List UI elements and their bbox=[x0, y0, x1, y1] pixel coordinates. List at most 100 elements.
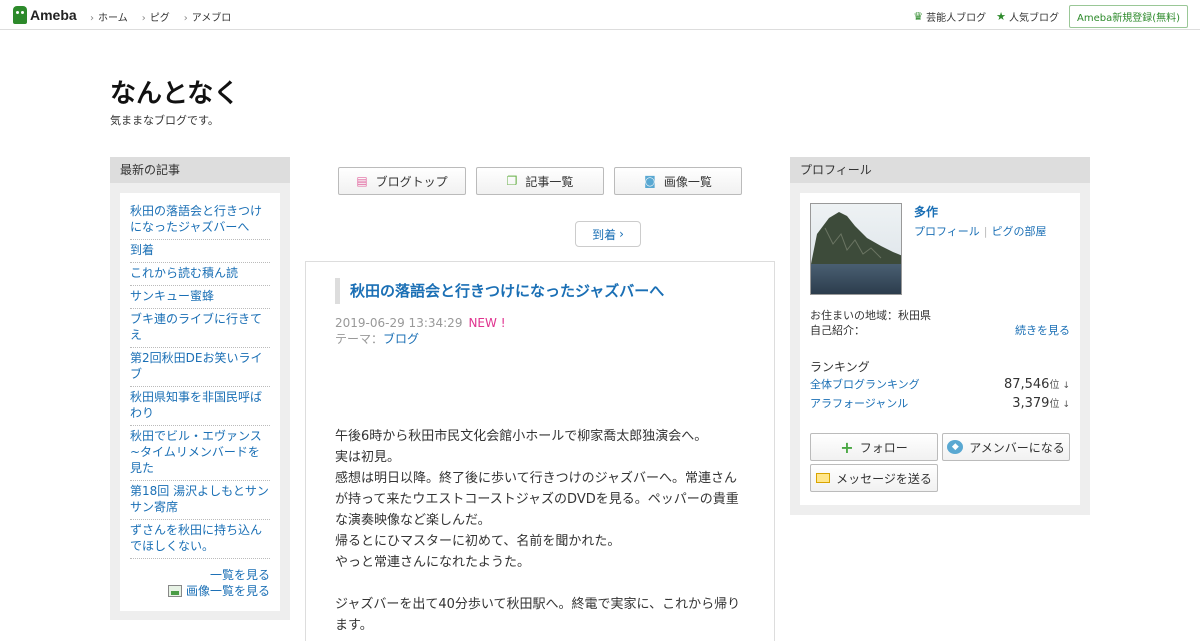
read-more-link[interactable]: 続きを見る bbox=[1015, 322, 1070, 338]
top-bar: Ameba ホーム ピグ アメブロ ♛ 芸能人ブログ ★ 人気ブログ Ameba… bbox=[0, 0, 1200, 30]
article-paragraph: 帰るとにひマスターに初めて、名前を聞かれた。 bbox=[335, 534, 621, 549]
nav-ameblo[interactable]: アメブロ bbox=[184, 9, 232, 24]
follow-button[interactable]: + フォロー bbox=[810, 433, 938, 461]
article-title[interactable]: 秋田の落語会と行きつけになったジャズバーへ bbox=[335, 278, 755, 304]
theme-label: テーマ： bbox=[335, 332, 384, 346]
recent-article-link[interactable]: 秋田でビル・エヴァンス~タイムリメンバードを見た bbox=[130, 429, 262, 475]
article-paragraph: 感想は明日以降。終了後に歩いて行きつけのジャズバーへ。常連さんが持って来たウエス… bbox=[335, 471, 739, 528]
theme-link[interactable]: ブログ bbox=[383, 332, 419, 346]
ranking-name-link[interactable]: アラフォージャンル bbox=[810, 395, 908, 411]
image-list-label: 画像一覧を見る bbox=[185, 584, 270, 598]
recent-article-link[interactable]: 到着 bbox=[130, 243, 154, 257]
recent-article-link[interactable]: 秋田の落語会と行きつけになったジャズバーへ bbox=[130, 204, 262, 234]
profile-heading: プロフィール bbox=[790, 157, 1090, 183]
pigg-room-link[interactable]: ピグの部屋 bbox=[992, 225, 1047, 238]
image-icon bbox=[167, 585, 182, 597]
ameba-logo-icon bbox=[13, 6, 27, 24]
celebrity-blog-link[interactable]: ♛ 芸能人ブログ bbox=[913, 9, 986, 24]
profile-inner: 多作 プロフィール | ピグの部屋 お住まいの地域：秋田県 自己紹介： 続きを見る … bbox=[800, 193, 1080, 505]
ranking-label: ランキング bbox=[810, 360, 870, 374]
image-list-link[interactable]: 画像一覧を見る bbox=[130, 583, 270, 599]
pages-icon: ❐ bbox=[506, 174, 518, 188]
avatar-image bbox=[811, 204, 901, 294]
recent-article-link[interactable]: 第18回 湯沢よしもとサンサン寄席 bbox=[130, 484, 269, 514]
article-paragraph: 実は初見。 bbox=[335, 450, 401, 465]
amember-label: アメンバーになる bbox=[969, 440, 1065, 455]
avatar[interactable] bbox=[810, 203, 902, 295]
list-item: 第2回秋田DEお笑いライブ bbox=[130, 348, 270, 387]
article-paragraph: 午後6時から秋田市民文化会館小ホールで柳家喬太郎独演会へ。 bbox=[335, 429, 708, 444]
article-paragraph bbox=[335, 573, 747, 594]
list-item: 第18回 湯沢よしもとサンサン寄席 bbox=[130, 481, 270, 520]
list-item: 秋田県知事を非国民呼ばわり bbox=[130, 387, 270, 426]
new-badge: NEW ! bbox=[468, 316, 506, 330]
ameba-logo-text: Ameba bbox=[30, 7, 77, 23]
ameba-logo[interactable]: Ameba bbox=[13, 6, 77, 24]
arrow-down-icon: ↓ bbox=[1062, 381, 1070, 391]
article-list-button[interactable]: ❐ 記事一覧 bbox=[476, 167, 604, 195]
recent-more-links: 一覧を見る 画像一覧を見る bbox=[130, 567, 270, 599]
crown-icon: ♛ bbox=[913, 10, 924, 23]
chevron-right-icon: › bbox=[619, 227, 624, 241]
list-item: サンキュー蜜蜂 bbox=[130, 286, 270, 309]
popular-blog-link[interactable]: ★ 人気ブログ bbox=[996, 9, 1059, 24]
ranking-value: 3,379 bbox=[1012, 396, 1050, 411]
top-right-nav: ♛ 芸能人ブログ ★ 人気ブログ Ameba新規登録(無料) bbox=[913, 5, 1188, 28]
list-item: これから読む積ん読 bbox=[130, 263, 270, 286]
nav-home[interactable]: ホーム bbox=[90, 9, 128, 24]
article-date: 2019-06-29 13:34:29 bbox=[335, 316, 463, 330]
ranking-row: 全体ブログランキング 87,546位 ↓ bbox=[810, 376, 1070, 392]
recent-article-link[interactable]: ブキ連のライブに行きてえ bbox=[130, 312, 262, 342]
ranking-row: アラフォージャンル 3,379位 ↓ bbox=[810, 395, 1070, 411]
amember-button[interactable]: ◆ アメンバーになる bbox=[942, 433, 1070, 461]
plus-icon: + bbox=[840, 437, 854, 457]
image-list-btn-label: 画像一覧 bbox=[663, 174, 712, 189]
profile-link[interactable]: プロフィール bbox=[914, 225, 980, 238]
document-icon: ▤ bbox=[356, 174, 368, 188]
celebrity-blog-label: 芸能人ブログ bbox=[926, 13, 987, 24]
recent-article-link[interactable]: サンキュー蜜蜂 bbox=[130, 289, 214, 303]
next-article-label: 到着 bbox=[592, 227, 617, 242]
camera-icon: ◙ bbox=[644, 174, 656, 188]
blog-top-button[interactable]: ▤ ブログトップ bbox=[338, 167, 466, 195]
article: 秋田の落語会と行きつけになったジャズバーへ 2019-06-29 13:34:2… bbox=[305, 261, 775, 641]
star-icon: ★ bbox=[996, 10, 1006, 23]
link-separator: | bbox=[983, 225, 988, 238]
profile-name[interactable]: 多作 bbox=[914, 203, 938, 220]
profile-links: プロフィール | ピグの部屋 bbox=[914, 223, 1047, 239]
register-button[interactable]: Ameba新規登録(無料) bbox=[1068, 5, 1188, 28]
recent-articles-box: 最新の記事 秋田の落語会と行きつけになったジャズバーへ 到着 これから読む積ん読… bbox=[110, 157, 290, 620]
next-article-button[interactable]: 到着 › bbox=[575, 221, 641, 247]
blog-title[interactable]: なんとなく bbox=[110, 73, 239, 110]
article-meta: 2019-06-29 13:34:29 NEW ! テーマ：ブログ bbox=[335, 315, 506, 347]
ranking-value: 87,546 bbox=[1003, 377, 1050, 392]
list-item: 秋田の落語会と行きつけになったジャズバーへ bbox=[130, 201, 270, 240]
nav-pigg[interactable]: ピグ bbox=[142, 9, 170, 24]
list-item: 到着 bbox=[130, 240, 270, 263]
ranking-name-link[interactable]: 全体ブログランキング bbox=[810, 376, 920, 392]
follow-label: フォロー bbox=[859, 440, 908, 455]
article-list-label: 記事一覧 bbox=[525, 174, 574, 189]
recent-article-link[interactable]: これから読む積ん読 bbox=[130, 266, 238, 280]
popular-blog-label: 人気ブログ bbox=[1008, 13, 1059, 24]
article-paragraph: やっと常連さんになれたようた。 bbox=[335, 555, 531, 570]
list-item: ずさんを秋田に持ち込んでほしくない。 bbox=[130, 520, 270, 559]
ranking-unit: 位 bbox=[1049, 380, 1060, 391]
recent-articles-list: 秋田の落語会と行きつけになったジャズバーへ 到着 これから読む積ん読 サンキュー… bbox=[130, 201, 270, 559]
envelope-icon bbox=[816, 473, 831, 483]
recent-articles-heading: 最新の記事 bbox=[110, 157, 290, 183]
speech-bubble-icon: ◆ bbox=[947, 440, 964, 454]
recent-articles-inner: 秋田の落語会と行きつけになったジャズバーへ 到着 これから読む積ん読 サンキュー… bbox=[120, 193, 280, 611]
list-item: ブキ連のライブに行きてえ bbox=[130, 309, 270, 348]
list-item: 秋田でビル・エヴァンス~タイムリメンバードを見た bbox=[130, 426, 270, 481]
recent-article-link[interactable]: 第2回秋田DEお笑いライブ bbox=[130, 351, 262, 381]
send-message-button[interactable]: メッセージを送る bbox=[810, 464, 938, 492]
ranking-unit: 位 bbox=[1049, 399, 1060, 410]
recent-article-link[interactable]: ずさんを秋田に持ち込んでほしくない。 bbox=[130, 523, 262, 553]
top-nav: ホーム ピグ アメブロ bbox=[90, 9, 245, 24]
image-list-button[interactable]: ◙ 画像一覧 bbox=[614, 167, 742, 195]
recent-article-link[interactable]: 秋田県知事を非国民呼ばわり bbox=[130, 390, 262, 420]
list-all-link[interactable]: 一覧を見る bbox=[130, 567, 270, 583]
profile-box: プロフィール 多作 プロフィール | ピグの部屋 お住まいの地域：秋田県 自己紹… bbox=[790, 157, 1090, 515]
blog-description: 気ままなブログです。 bbox=[110, 114, 219, 127]
